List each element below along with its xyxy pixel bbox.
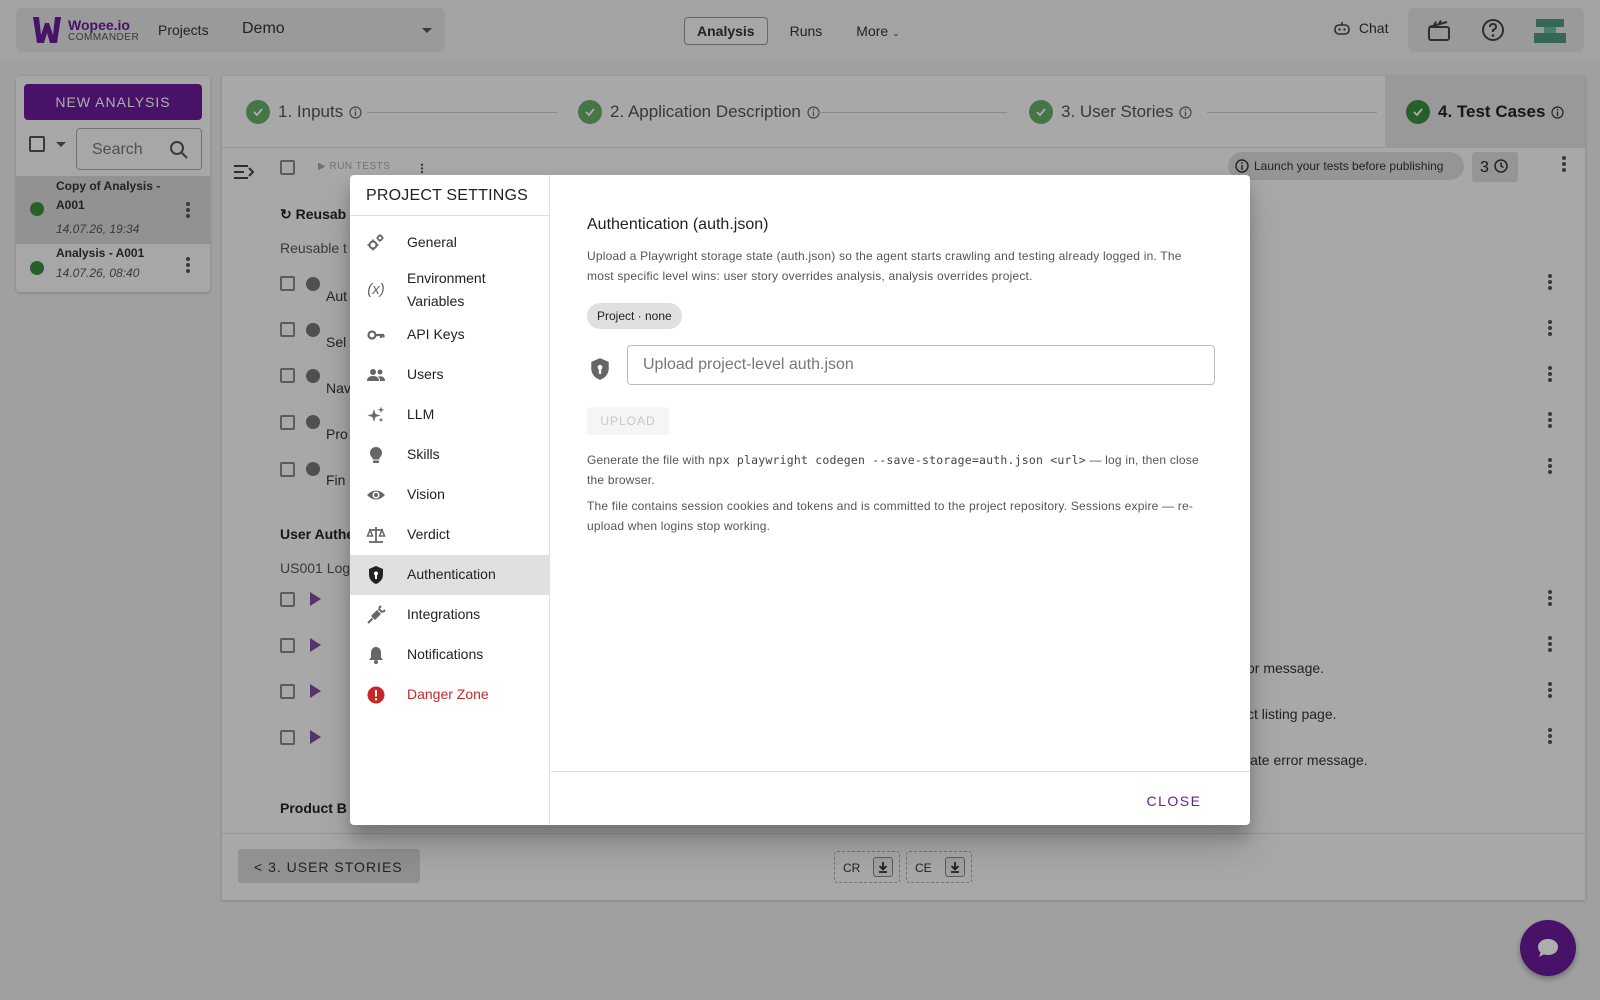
nav-item-vision[interactable]: Vision <box>350 475 549 515</box>
help-text-session: The file contains session cookies and to… <box>587 499 1194 533</box>
key-icon <box>366 325 386 345</box>
nav-item-label: General <box>407 234 457 250</box>
shield-icon <box>591 358 609 380</box>
authentication-panel: Authentication (auth.json) Upload a Play… <box>551 175 1250 771</box>
nav-item-label: Environment Variables <box>407 270 486 309</box>
plug-icon <box>366 605 386 625</box>
help-text-pre: Generate the file with <box>587 453 709 467</box>
close-button[interactable]: CLOSE <box>1136 787 1212 815</box>
nav-item-label: Users <box>407 366 444 382</box>
sparkle-icon <box>366 405 386 425</box>
codegen-command: npx playwright codegen --save-storage=au… <box>708 453 1086 467</box>
nav-item-api-keys[interactable]: API Keys <box>350 315 549 355</box>
nav-item-danger-zone[interactable]: Danger Zone <box>350 675 549 715</box>
nav-item-label: Authentication <box>407 566 496 582</box>
nav-item-integrations[interactable]: Integrations <box>350 595 549 635</box>
nav-item-authentication[interactable]: Authentication <box>350 555 549 595</box>
nav-item-label: Skills <box>407 446 440 462</box>
nav-item-environment-variables[interactable]: (x) Environment Variables <box>350 263 549 315</box>
eye-icon <box>366 485 386 505</box>
shield-icon <box>366 565 386 585</box>
users-icon <box>366 365 386 385</box>
nav-item-label: Danger Zone <box>407 686 489 702</box>
help-text-generate: Generate the file with npx playwright co… <box>587 450 1202 490</box>
project-settings-dialog: PROJECT SETTINGS General (x) Environment… <box>350 175 1250 825</box>
nav-item-label: Vision <box>407 486 445 502</box>
gears-icon <box>366 233 386 253</box>
nav-item-notifications[interactable]: Notifications <box>350 635 549 675</box>
variable-icon: (x) <box>367 280 385 298</box>
divider <box>350 215 550 216</box>
panel-description: Upload a Playwright storage state (auth.… <box>587 249 1182 283</box>
bell-icon <box>366 645 386 665</box>
nav-item-users[interactable]: Users <box>350 355 549 395</box>
scale-icon <box>366 525 386 545</box>
upload-button[interactable]: UPLOAD <box>587 407 669 435</box>
nav-item-skills[interactable]: Skills <box>350 435 549 475</box>
auth-level-chip: Project · none <box>587 303 682 329</box>
nav-item-label: Integrations <box>407 606 481 622</box>
auth-json-upload-field[interactable] <box>627 345 1215 385</box>
lightbulb-icon <box>366 445 386 465</box>
nav-item-verdict[interactable]: Verdict <box>350 515 549 555</box>
alert-icon <box>366 685 386 705</box>
nav-item-label: API Keys <box>407 326 465 342</box>
dialog-footer-divider <box>551 771 1250 772</box>
panel-title: Authentication (auth.json) <box>587 216 769 233</box>
nav-item-general[interactable]: General <box>350 223 549 263</box>
nav-item-label: LLM <box>407 406 435 422</box>
nav-item-label: Verdict <box>407 526 450 542</box>
nav-item-llm[interactable]: LLM <box>350 395 549 435</box>
nav-item-label: Notifications <box>407 646 484 662</box>
settings-nav: PROJECT SETTINGS General (x) Environment… <box>350 175 550 825</box>
settings-title: PROJECT SETTINGS <box>366 187 529 204</box>
